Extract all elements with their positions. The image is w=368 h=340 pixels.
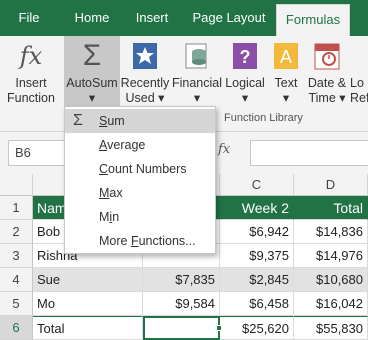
financial-coins-icon (185, 43, 207, 69)
recently-used-star-icon (133, 43, 157, 69)
menu-item-min[interactable]: Min (65, 205, 215, 229)
cell-c4[interactable]: $2,845 (220, 268, 294, 292)
menu-item-sum[interactable]: Σ Sum (65, 109, 215, 133)
cell-d3[interactable]: $14,976 (294, 244, 368, 268)
recently-used-label: Recently Used ▾ (120, 76, 170, 105)
ribbon-tab-bar: File Home Insert Page Layout Formulas (0, 0, 368, 36)
text-label: Text ▾ (274, 76, 298, 105)
row-header-2[interactable]: 2 (0, 220, 33, 244)
insert-function-button[interactable]: fx Insert Function (2, 36, 60, 108)
cell-a4[interactable]: Sue (33, 268, 143, 292)
function-library-group-label: Function Library (224, 112, 303, 124)
cell-d1[interactable]: Total (294, 196, 368, 220)
cell-c2[interactable]: $6,942 (220, 220, 294, 244)
autosum-dropdown-menu: Σ Sum Average Count Numbers Max Min More… (64, 106, 216, 254)
menu-item-max[interactable]: Max (65, 181, 215, 205)
row-header-3[interactable]: 3 (0, 244, 33, 268)
tab-formulas[interactable]: Formulas (276, 4, 350, 36)
tab-page-layout[interactable]: Page Layout (184, 0, 274, 36)
logical-button[interactable]: ? Logical ▾ (224, 36, 266, 108)
cell-b5[interactable]: $9,584 (143, 292, 220, 316)
menu-item-more-functions[interactable]: More Functions... (65, 229, 215, 253)
lookup-reference-label: Lo Ref (350, 76, 368, 105)
autosum-sigma-icon: Σ (82, 39, 102, 72)
autosum-button[interactable]: Σ AutoSum ▾ (64, 36, 120, 108)
financial-label: Financial ▾ (171, 76, 223, 105)
row-header-1[interactable]: 1 (0, 196, 33, 220)
cell-b4[interactable]: $7,835 (143, 268, 220, 292)
menu-item-count-numbers[interactable]: Count Numbers (65, 157, 215, 181)
svg-text:?: ? (240, 47, 251, 67)
column-header-c[interactable]: C (220, 174, 294, 196)
column-header-d[interactable]: D (294, 174, 368, 196)
logical-question-icon: ? (233, 43, 257, 69)
cell-a6[interactable]: Total (33, 316, 143, 340)
financial-button[interactable]: Financial ▾ (170, 36, 224, 108)
cell-c5[interactable]: $6,458 (220, 292, 294, 316)
svg-text:A: A (280, 47, 292, 67)
cell-d5[interactable]: $16,042 (294, 292, 368, 316)
autosum-label: AutoSum ▾ (66, 76, 118, 105)
cell-c6[interactable]: $25,620 (220, 316, 294, 340)
tab-file[interactable]: File (10, 0, 48, 36)
date-time-button[interactable]: Date & Time ▾ (304, 36, 350, 108)
cell-d2[interactable]: $14,836 (294, 220, 368, 244)
text-letter-icon: A (274, 43, 298, 69)
formula-input[interactable] (250, 140, 368, 166)
cell-d6[interactable]: $55,830 (294, 316, 368, 340)
text-button[interactable]: A Text ▾ (268, 36, 304, 108)
row-header-5[interactable]: 5 (0, 292, 33, 316)
row-header-4[interactable]: 4 (0, 268, 33, 292)
select-all-corner[interactable] (0, 174, 33, 196)
cell-b6-selected[interactable] (143, 316, 220, 340)
cell-c1[interactable]: Week 2 (220, 196, 294, 220)
logical-label: Logical ▾ (225, 76, 265, 105)
cell-c3[interactable]: $9,375 (220, 244, 294, 268)
cell-d4[interactable]: $10,680 (294, 268, 368, 292)
sum-sigma-icon: Σ (73, 112, 83, 129)
menu-item-average[interactable]: Average (65, 133, 215, 157)
lookup-reference-button[interactable]: Lo Ref (350, 36, 368, 108)
insert-function-icon: fx (19, 42, 43, 70)
cell-a5[interactable]: Mo (33, 292, 143, 316)
fill-handle[interactable] (216, 325, 222, 331)
date-time-label: Date & Time ▾ (307, 76, 347, 105)
tab-home[interactable]: Home (62, 0, 122, 36)
recently-used-button[interactable]: Recently Used ▾ (120, 36, 170, 108)
insert-function-label: Insert Function (7, 76, 55, 105)
tab-insert[interactable]: Insert (122, 0, 182, 36)
insert-function-fx-icon[interactable]: fx (218, 142, 230, 157)
date-time-calendar-icon (314, 43, 340, 70)
row-header-6[interactable]: 6 (0, 316, 33, 340)
